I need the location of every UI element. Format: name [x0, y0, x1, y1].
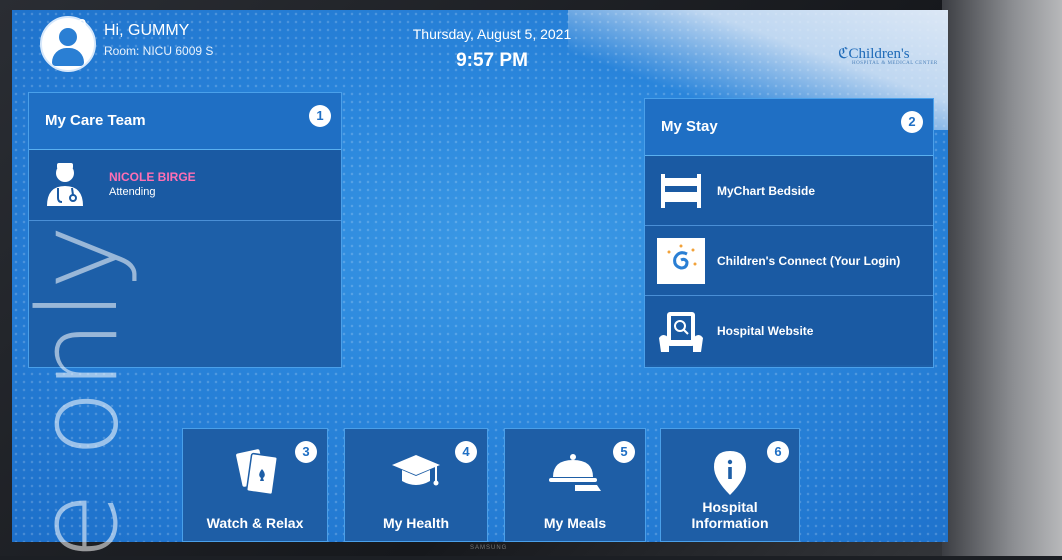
tile-number: 4 [455, 441, 477, 463]
stay-item-label: Hospital Website [717, 324, 814, 338]
doctor-icon [47, 163, 83, 206]
info-pin-icon [714, 451, 746, 495]
stay-item-childrens-connect[interactable]: Children's Connect (Your Login) [645, 226, 933, 296]
time-label: 9:57 PM [456, 50, 528, 71]
greeting: Hi, GUMMY [104, 22, 190, 39]
tile-hospital-information[interactable]: 6 Hospital Information [660, 428, 800, 542]
care-member-role: Attending [109, 186, 156, 198]
user-badge: 0 [78, 16, 87, 33]
stay-item-label: MyChart Bedside [717, 184, 816, 198]
tile-watch-relax[interactable]: 3 Watch & Relax [182, 428, 328, 542]
logo-mark-icon: ℭ [838, 46, 849, 62]
tile-label: My Meals [543, 515, 607, 531]
room-label: Room: NICU 6009 S [104, 44, 214, 58]
tablet-search-icon [659, 312, 703, 352]
user-header[interactable]: 0 Hi, GUMMY Room: NICU 6009 S [40, 12, 300, 72]
stay-item-hospital-website[interactable]: Hospital Website [645, 296, 933, 365]
childrens-logo: ℭChildren's HOSPITAL & MEDICAL CENTER [838, 46, 938, 66]
date-label: Thursday, August 5, 2021 [412, 26, 572, 42]
tile-number: 3 [295, 441, 317, 463]
stay-item-label: Children's Connect (Your Login) [717, 254, 901, 268]
graduation-cap-icon [392, 455, 440, 486]
tile-label: Watch & Relax [206, 515, 304, 531]
user-avatar-icon[interactable] [40, 16, 96, 72]
tile-label: My Health [382, 515, 450, 531]
tile-my-meals[interactable]: 5 My Meals [504, 428, 646, 542]
serving-cloche-icon [549, 454, 601, 491]
watermark: e only [14, 224, 142, 560]
care-member-name: NICOLE BIRGE [109, 170, 196, 184]
monitor-brand: SAMSUNG [470, 545, 508, 551]
stay-item-mychart-bedside[interactable]: MyChart Bedside [645, 156, 933, 226]
tile-number: 5 [613, 441, 635, 463]
care-team-header[interactable]: My Care Team 1 [29, 93, 341, 150]
tile-number: 6 [767, 441, 789, 463]
my-stay-title: My Stay [661, 118, 718, 135]
tile-label: Hospital Information [691, 499, 769, 531]
logo-subtitle: HOSPITAL & MEDICAL CENTER [852, 61, 938, 66]
my-stay-number: 2 [901, 111, 923, 133]
my-stay-header[interactable]: My Stay 2 [645, 99, 933, 156]
tile-my-health[interactable]: 4 My Health [344, 428, 488, 542]
kiosk-screen: 0 Hi, GUMMY Room: NICU 6009 S Thursday, … [12, 10, 948, 542]
wall-background [942, 0, 1062, 556]
my-stay-panel: My Stay 2 MyChart Bedside Children's Con… [644, 98, 934, 368]
bed-icon [661, 174, 701, 208]
care-team-number: 1 [309, 105, 331, 127]
care-team-member[interactable]: NICOLE BIRGE Attending [29, 150, 341, 221]
children-connect-icon [657, 238, 705, 284]
playing-cards-icon [236, 449, 279, 496]
care-team-title: My Care Team [45, 112, 146, 129]
